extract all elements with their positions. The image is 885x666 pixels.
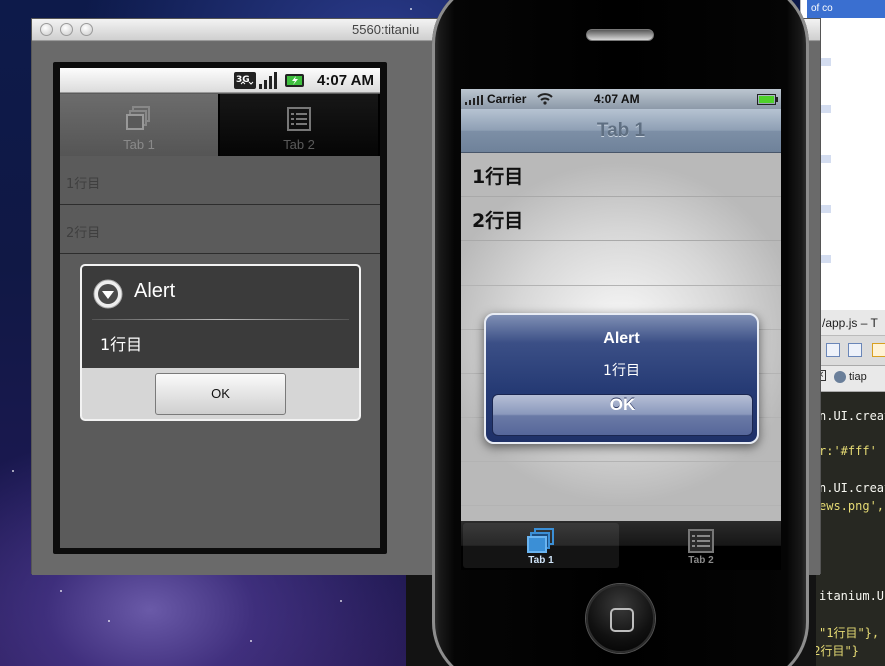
- windows-icon: [126, 105, 152, 135]
- browser-text-fragment: [821, 105, 831, 113]
- tab-1-label: Tab 1: [528, 555, 554, 566]
- tab-1[interactable]: Tab 1: [463, 523, 619, 568]
- browser-link[interactable]: of co: [807, 0, 885, 18]
- windows-icon: [527, 528, 555, 558]
- network-badge-text: 3G: [236, 75, 250, 85]
- tab-2[interactable]: Tab 2: [220, 94, 378, 156]
- alert-ok-button[interactable]: OK: [492, 394, 753, 436]
- background-code-editor[interactable]: /app.js – T × tiap n.UI.creat r:'#fff' n…: [806, 310, 885, 666]
- toolbar-icon[interactable]: [872, 343, 885, 357]
- editor-toolbar: [812, 336, 885, 366]
- browser-text-fragment: [821, 58, 831, 66]
- ios-alert-view: Alert 1行目 OK: [484, 313, 759, 444]
- star: [250, 640, 252, 642]
- battery-charging-icon: [284, 71, 306, 90]
- home-square-icon: [610, 608, 634, 632]
- alert-icon: [93, 279, 123, 313]
- tab-1[interactable]: Tab 1: [60, 94, 218, 156]
- android-clock: 4:07 AM: [317, 72, 374, 89]
- dialog-header: Alert: [82, 266, 359, 320]
- network-3g-icon: 3G: [234, 71, 256, 90]
- dialog-title: Alert: [134, 280, 176, 302]
- code-line: ews.png',: [819, 499, 884, 513]
- toolbar-icon[interactable]: [826, 343, 840, 357]
- close-button[interactable]: [40, 23, 53, 36]
- browser-text-fragment: [821, 155, 831, 163]
- tab-2-label: Tab 2: [283, 137, 315, 152]
- battery-icon: [757, 94, 779, 108]
- signal-icon: [258, 71, 278, 90]
- code-line-text: r:'#fff': [819, 444, 877, 458]
- android-alert-dialog: Alert 1行目 OK: [80, 264, 361, 421]
- editor-tab[interactable]: × tiap: [812, 366, 885, 392]
- code-line: itanium.UI.: [819, 589, 885, 603]
- editor-title: /app.js – T: [812, 310, 885, 336]
- ios-clock: 4:07 AM: [594, 92, 640, 106]
- list-icon: [688, 529, 714, 557]
- tab-2-label: Tab 2: [688, 555, 714, 566]
- code-line: n.UI.creat: [819, 481, 885, 495]
- android-tab-bar: Tab 1 Tab 2: [60, 94, 380, 156]
- star: [410, 8, 412, 10]
- table-separator: [461, 285, 781, 286]
- file-icon: [834, 371, 846, 384]
- dialog-message: 1行目: [82, 320, 359, 368]
- pilcrow-icon[interactable]: [848, 343, 862, 357]
- table-separator: [461, 505, 781, 506]
- code-line-text: ews.png',: [819, 499, 885, 513]
- browser-text-fragment: [821, 205, 831, 213]
- earpiece: [586, 29, 654, 41]
- iphone-screen[interactable]: Carrier 4:07 AM Tab 1 1行目 2行目 Alert 1行目: [461, 89, 781, 570]
- list-item[interactable]: 2行目: [60, 206, 380, 254]
- tab-2[interactable]: Tab 2: [623, 523, 779, 568]
- star: [108, 620, 110, 622]
- nav-title: Tab 1: [596, 120, 646, 141]
- code-line: n.UI.creat: [819, 409, 885, 423]
- wifi-icon: [537, 92, 553, 108]
- iphone-simulator: Carrier 4:07 AM Tab 1 1行目 2行目 Alert 1行目: [432, 0, 809, 666]
- ios-table-view[interactable]: 1行目 2行目 Alert 1行目 OK: [461, 153, 781, 521]
- android-status-bar: 3G 4:07 AM: [60, 68, 380, 93]
- home-button[interactable]: [586, 584, 655, 653]
- editor-code-area[interactable]: n.UI.creat r:'#fff' n.UI.creat ews.png',…: [806, 392, 885, 666]
- star: [340, 600, 342, 602]
- alert-message: 1行目: [603, 363, 640, 379]
- zoom-button[interactable]: [80, 23, 93, 36]
- star: [60, 590, 62, 592]
- tab-1-label: Tab 1: [123, 137, 155, 152]
- editor-tab-label: tiap: [849, 371, 867, 383]
- alert-title: Alert: [603, 330, 640, 347]
- code-line: r:'#fff': [819, 444, 877, 458]
- window-title: 5560:titaniu: [352, 22, 420, 37]
- table-separator: [461, 461, 781, 462]
- dialog-ok-button[interactable]: OK: [155, 373, 286, 415]
- table-row[interactable]: 2行目: [461, 197, 781, 241]
- minimize-button[interactable]: [60, 23, 73, 36]
- table-row[interactable]: 1行目: [461, 153, 781, 197]
- code-line: "1行目"},: [819, 624, 879, 641]
- signal-icon: [465, 94, 485, 108]
- ios-status-bar: Carrier 4:07 AM: [461, 89, 781, 109]
- star: [12, 470, 14, 472]
- ios-nav-bar: Tab 1: [461, 109, 781, 153]
- list-item[interactable]: 1行目: [60, 157, 380, 205]
- browser-text-fragment: [821, 255, 831, 263]
- ios-tab-bar: Tab 1 Tab 2: [461, 521, 781, 570]
- code-line-text: "1行目"},: [819, 626, 880, 640]
- list-icon: [287, 107, 311, 135]
- carrier-label: Carrier: [487, 92, 527, 106]
